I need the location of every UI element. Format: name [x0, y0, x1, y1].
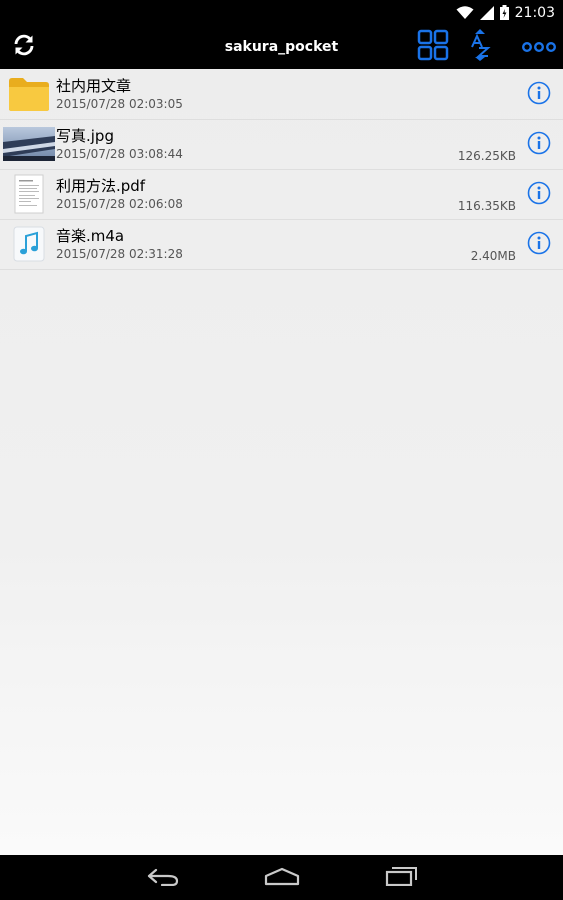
file-date: 2015/07/28 02:31:28: [56, 247, 183, 261]
signal-icon: [479, 5, 494, 20]
file-size: 126.25KB: [457, 149, 516, 163]
folder-icon: [5, 73, 53, 115]
grid-view-icon: [417, 29, 449, 65]
file-row-folder[interactable]: 社内用文章 2015/07/28 02:03:05: [0, 69, 563, 120]
file-name: 音楽.m4a: [56, 227, 125, 245]
info-button[interactable]: [527, 81, 551, 105]
refresh-icon: [12, 33, 36, 61]
more-options-button[interactable]: [520, 25, 558, 69]
home-icon: [264, 866, 300, 890]
back-icon: [146, 866, 180, 890]
info-button[interactable]: [527, 181, 551, 205]
wifi-icon: [456, 5, 474, 20]
file-date: 2015/07/28 02:06:08: [56, 197, 183, 211]
info-icon: [527, 131, 551, 155]
toolbar: sakura_pocket: [0, 25, 563, 69]
info-button[interactable]: [527, 131, 551, 155]
status-bar: 21:03: [0, 0, 563, 25]
pdf-document-icon: [5, 173, 53, 215]
sort-button[interactable]: [464, 25, 496, 69]
more-options-icon: [522, 38, 557, 57]
info-button[interactable]: [527, 231, 551, 255]
file-list: 社内用文章 2015/07/28 02:03:05 写真.jpg 2015/07…: [0, 69, 563, 855]
info-icon: [527, 181, 551, 205]
file-size: 116.35KB: [457, 199, 516, 213]
status-icons: 21:03: [456, 3, 555, 22]
sort-az-icon: [469, 28, 491, 66]
file-row-image[interactable]: 写真.jpg 2015/07/28 03:08:44 126.25KB: [0, 119, 563, 170]
file-row-pdf[interactable]: 利用方法.pdf 2015/07/28 02:06:08 116.35KB: [0, 169, 563, 220]
info-icon: [527, 81, 551, 105]
file-name: 写真.jpg: [56, 127, 114, 145]
status-time: 21:03: [514, 4, 555, 21]
file-size: 2.40MB: [470, 249, 516, 263]
home-button[interactable]: [252, 855, 312, 900]
file-date: 2015/07/28 03:08:44: [56, 147, 183, 161]
music-note-icon: [5, 223, 53, 265]
refresh-button[interactable]: [8, 25, 40, 69]
file-name: 社内用文章: [56, 77, 132, 95]
file-row-music[interactable]: 音楽.m4a 2015/07/28 02:31:28 2.40MB: [0, 219, 563, 270]
image-thumbnail: [3, 123, 55, 165]
info-icon: [527, 231, 551, 255]
file-name: 利用方法.pdf: [56, 177, 146, 195]
back-button[interactable]: [133, 855, 193, 900]
navigation-bar: [0, 855, 563, 900]
recent-apps-button[interactable]: [372, 855, 432, 900]
recent-apps-icon: [385, 866, 419, 890]
battery-icon: [499, 5, 509, 20]
file-date: 2015/07/28 02:03:05: [56, 97, 183, 111]
grid-view-button[interactable]: [414, 25, 452, 69]
